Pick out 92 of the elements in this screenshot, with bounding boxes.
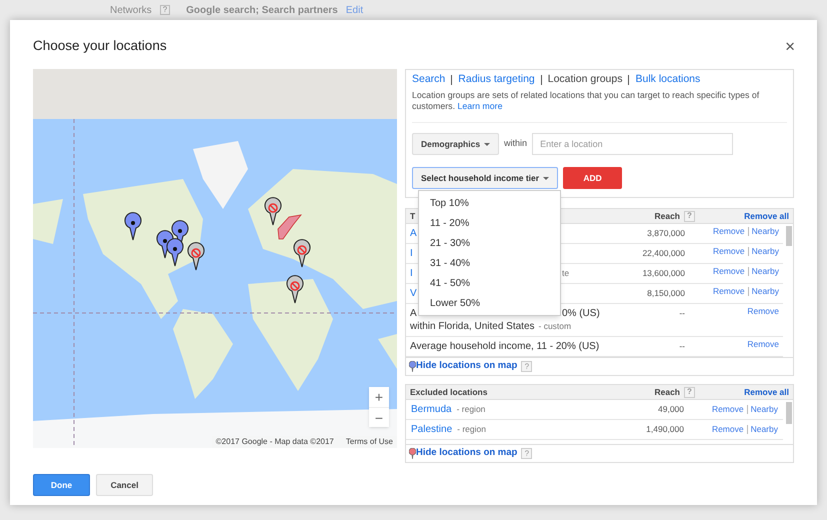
location-name[interactable]: I (410, 268, 413, 279)
location-type: te (562, 267, 570, 280)
learn-more-link[interactable]: Learn more (457, 101, 502, 111)
reach-header: Reach ? (654, 210, 695, 222)
location-name: 0% (US) (562, 307, 600, 320)
row-action-link[interactable]: Remove (747, 340, 779, 348)
location-type: - region (456, 403, 486, 416)
caret-icon (484, 142, 490, 146)
scrollbar-thumb[interactable] (786, 402, 792, 424)
caret-icon (543, 176, 550, 180)
reach-value: 13,600,000 (641, 267, 685, 280)
row-action-link[interactable]: Nearby (746, 425, 778, 434)
help-icon[interactable]: ? (684, 210, 695, 222)
income-tier-option[interactable]: Top 10% (419, 193, 560, 213)
hide-locations-link[interactable]: Hide locations on map (416, 446, 518, 461)
row-action-link[interactable]: Remove (712, 247, 745, 256)
map-view[interactable]: + − ©2017 Google - Map data ©2017 Terms of Use (33, 69, 397, 448)
tab[interactable]: Location groups (548, 72, 622, 88)
income-tier-option[interactable]: 11 - 20% (419, 213, 560, 233)
remove-all-link[interactable]: Remove all (695, 210, 789, 222)
close-button[interactable]: × (785, 38, 795, 55)
location-name: within Florida, United States (410, 320, 535, 333)
location-type: - custom (538, 320, 572, 333)
help-icon[interactable]: ? (521, 361, 532, 372)
tab[interactable]: Bulk locations (635, 72, 700, 88)
dialog-title: Choose your locations (33, 37, 167, 56)
terms-link[interactable]: Terms of Use (346, 436, 393, 448)
location-name[interactable]: I (410, 248, 413, 259)
continent-shape (378, 334, 397, 369)
excluded-pin-icon (188, 242, 204, 270)
row-action-link[interactable]: Remove (712, 227, 745, 236)
row-action-link[interactable]: Nearby (748, 227, 779, 236)
column-header: Excluded locations (410, 386, 488, 398)
excluded-pin-icon (286, 275, 304, 304)
reach-value: 3,870,000 (646, 227, 685, 240)
scrollbar-thumb[interactable] (786, 226, 792, 246)
income-tier-option[interactable]: 21 - 30% (419, 233, 560, 253)
reach-value: -- (678, 307, 685, 320)
location-input[interactable]: Enter a location (532, 133, 734, 155)
tab[interactable]: Search (412, 72, 446, 88)
add-button[interactable]: ADD (563, 167, 622, 189)
tab[interactable]: Radius targeting (458, 72, 535, 88)
map-attribution: ©2017 Google - Map data ©2017 (216, 436, 334, 448)
description-text: Location groups are sets of related locations that you can target to reach specific types of customers. Learn more (412, 90, 787, 123)
location-pin-icon (166, 238, 184, 266)
row-action-link[interactable]: Remove (712, 405, 744, 414)
excluded-region-shape (278, 214, 302, 240)
row-action-link[interactable]: Remove (747, 307, 779, 316)
row-action-link[interactable]: Nearby (748, 247, 779, 256)
location-pin-icon (124, 212, 142, 240)
reach-value: 1,490,000 (645, 423, 684, 436)
reach-value: 22,400,000 (641, 247, 685, 260)
networks-value: Google search; Search partners (186, 4, 338, 18)
reach-value: -- (678, 340, 685, 353)
done-button[interactable]: Done (33, 474, 90, 496)
within-label: within (504, 137, 528, 150)
location-type: - region (457, 423, 486, 436)
income-tier-option[interactable]: 31 - 40% (419, 253, 560, 273)
location-name[interactable]: Bermuda (411, 402, 452, 417)
demographics-dropdown[interactable]: Demographics (412, 133, 500, 155)
remove-all-link[interactable]: Remove all (695, 386, 789, 398)
excluded-pin-icon (264, 197, 282, 226)
hide-locations-link[interactable]: Hide locations on map (416, 359, 518, 374)
row-action-link[interactable]: Remove (712, 425, 744, 434)
excluded-pin-icon (294, 239, 310, 268)
location-name[interactable]: Average household income, 11 - 20% (US) (410, 341, 600, 352)
income-tier-option[interactable]: Lower 50% (419, 293, 560, 313)
row-action-link[interactable]: Remove (712, 287, 745, 296)
row-action-link[interactable]: Nearby (748, 267, 779, 276)
location-name[interactable]: V (410, 288, 417, 299)
edit-link[interactable]: Edit (346, 2, 364, 18)
cancel-button[interactable]: Cancel (96, 474, 153, 496)
zoom-in-button[interactable]: + (369, 387, 389, 407)
reach-value: 8,150,000 (646, 287, 685, 300)
location-name[interactable]: Palestine (411, 422, 452, 437)
excluded-pin-icon (409, 448, 416, 459)
row-action-link[interactable]: Nearby (746, 405, 778, 414)
row-action-link[interactable]: Nearby (748, 287, 779, 296)
reach-value: 49,000 (657, 403, 684, 416)
zoom-out-button[interactable]: − (369, 407, 389, 427)
help-icon[interactable]: ? (684, 386, 695, 398)
continent-shape (33, 199, 63, 244)
location-name[interactable]: A (410, 308, 417, 319)
income-tier-dropdown[interactable]: Select household income tier (412, 167, 558, 189)
location-name[interactable]: A (410, 228, 417, 239)
pin-icon (409, 361, 416, 372)
help-icon: ? (160, 5, 170, 15)
help-icon[interactable]: ? (521, 448, 532, 459)
reach-header: Reach ? (654, 386, 695, 398)
networks-label: Networks (110, 4, 152, 18)
row-action-link[interactable]: Remove (712, 267, 745, 276)
income-tier-option[interactable]: 41 - 50% (419, 273, 560, 293)
